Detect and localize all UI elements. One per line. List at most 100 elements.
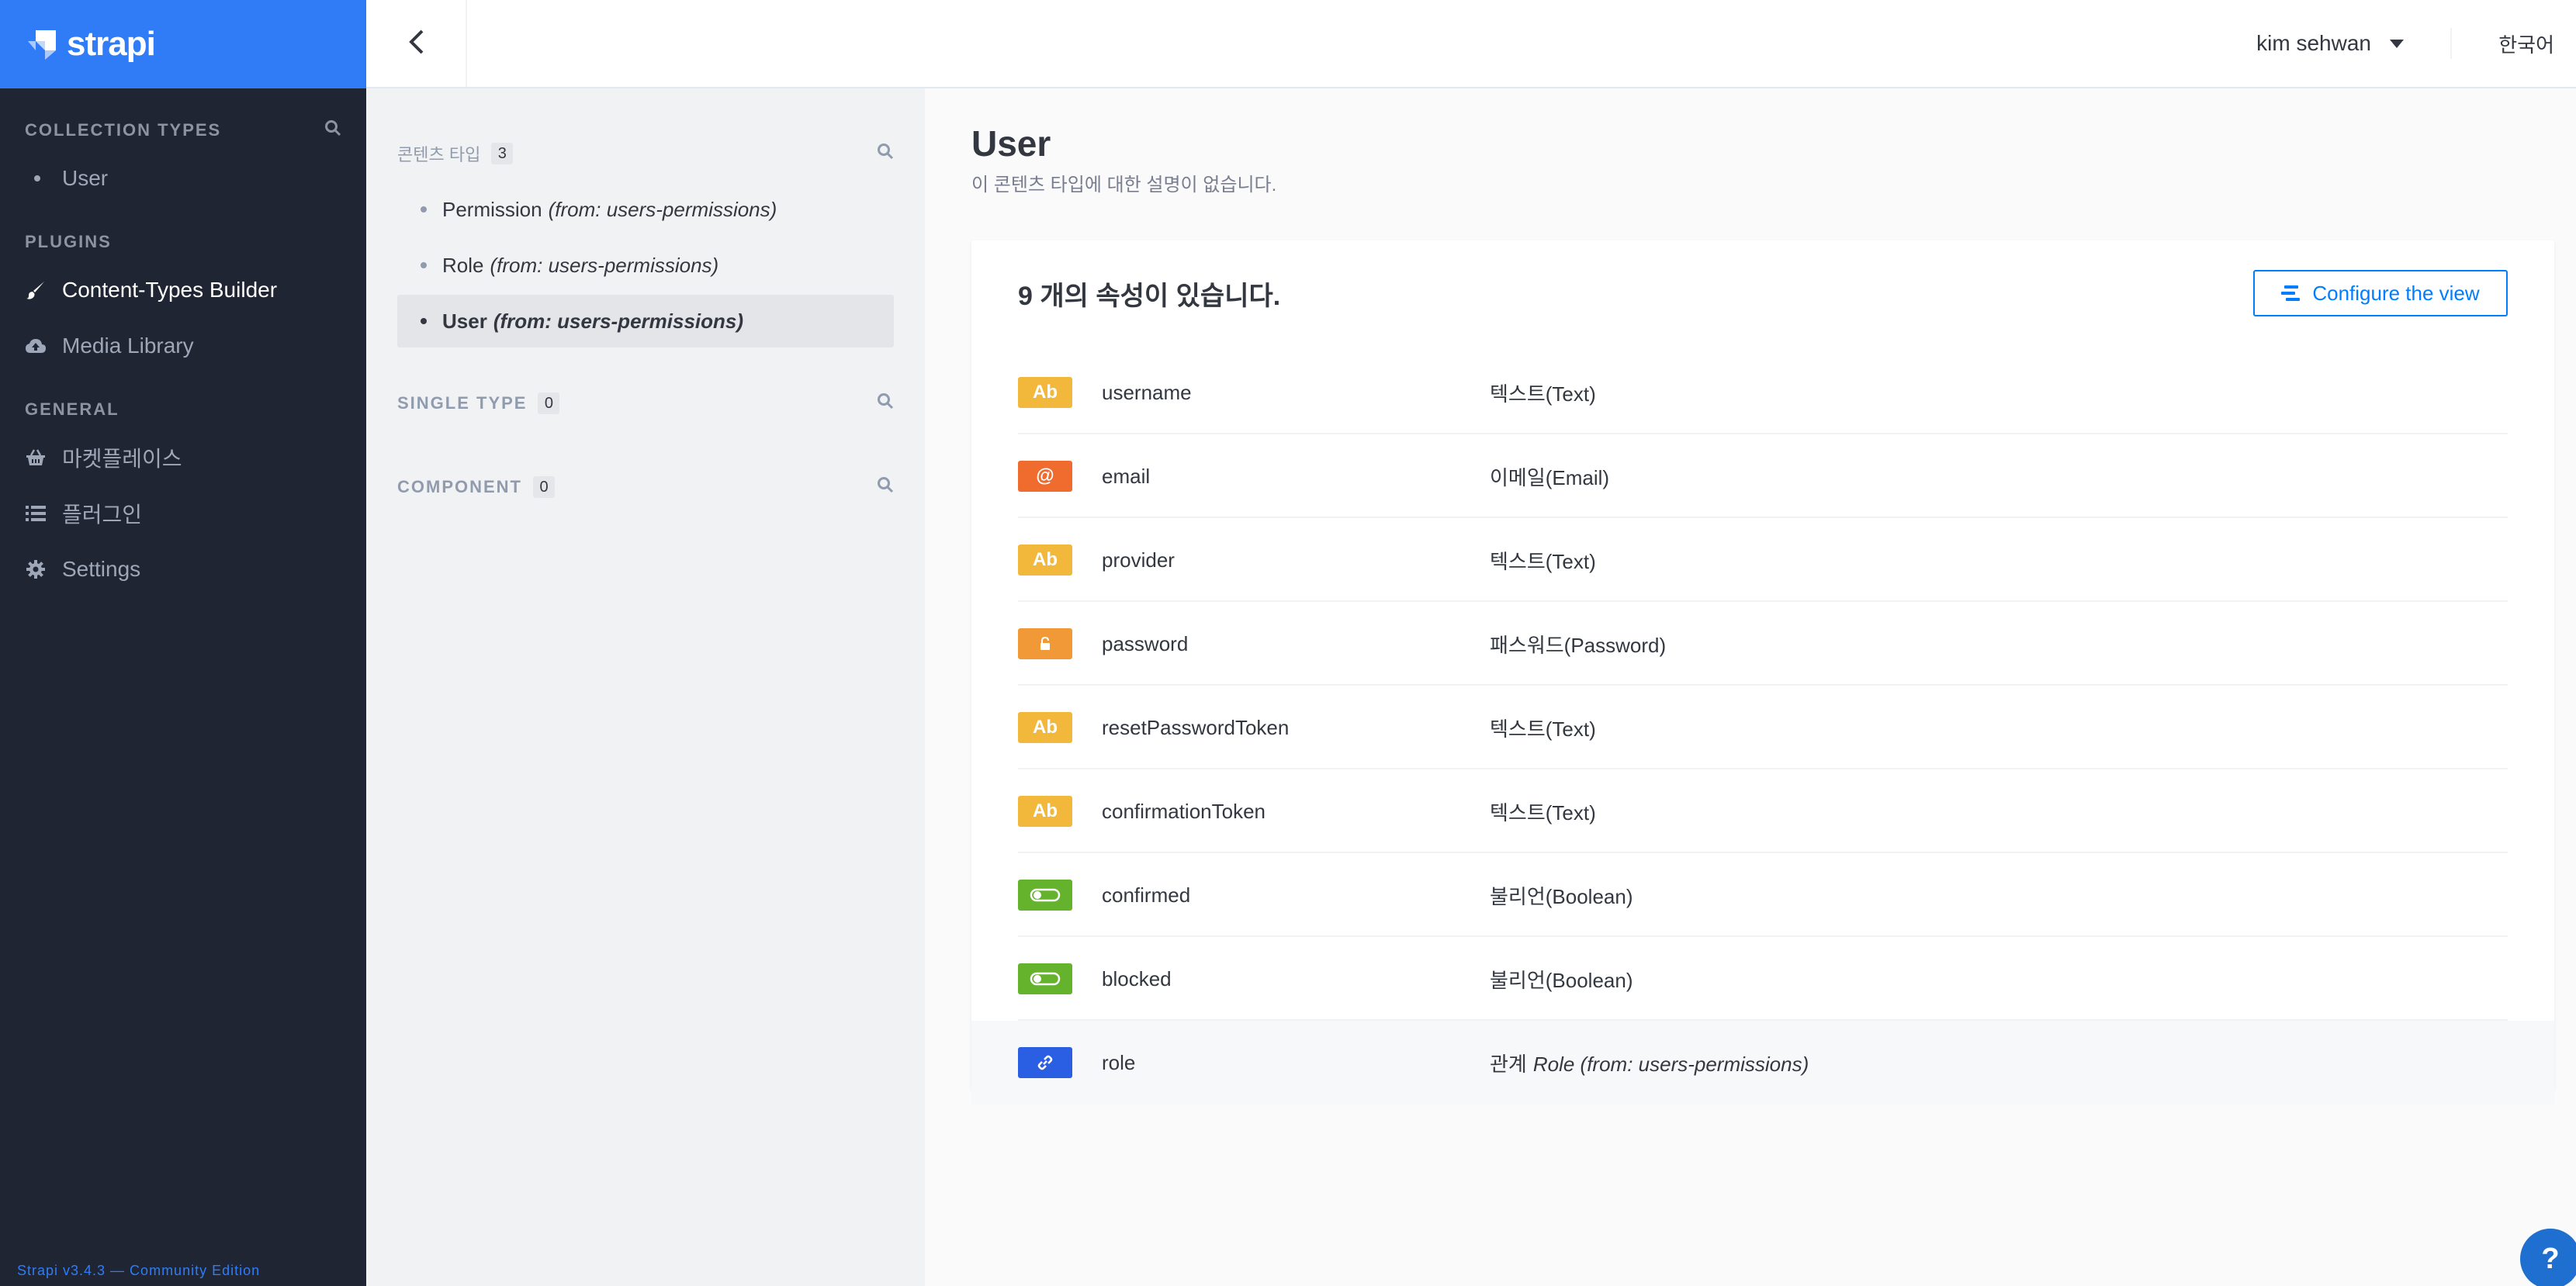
- collection-types-title: COLLECTION TYPES: [25, 120, 222, 140]
- attribute-type: 텍스트(Text): [1490, 549, 1596, 573]
- bullet-icon: [34, 175, 40, 181]
- left-navigation: strapi COLLECTION TYPES User PLUGINS Con…: [0, 0, 366, 1286]
- collection-types-section: COLLECTION TYPES User: [0, 116, 366, 206]
- attribute-type: 관계 Role (from: users-permissions): [1490, 1049, 1809, 1077]
- attribute-row[interactable]: Ab provider 텍스트(Text): [971, 518, 2554, 602]
- attribute-row[interactable]: Ab confirmationToken 텍스트(Text): [971, 769, 2554, 853]
- content-type-origin: (from: users-permissions): [548, 197, 777, 221]
- attribute-name: role: [1102, 1050, 1136, 1074]
- configure-view-button[interactable]: Configure the view: [2253, 270, 2508, 316]
- single-types-section: SINGLE TYPE 0: [366, 388, 925, 419]
- brand-header[interactable]: strapi: [0, 0, 366, 88]
- content-type-item-permission[interactable]: Permission (from: users-permissions): [397, 183, 894, 236]
- user-menu[interactable]: kim sehwan: [2256, 0, 2435, 87]
- nav-item-user[interactable]: User: [0, 150, 366, 206]
- attribute-name: confirmationToken: [1102, 799, 1265, 823]
- attribute-name: email: [1102, 464, 1151, 488]
- attribute-row[interactable]: Ab username 텍스트(Text): [971, 351, 2554, 434]
- nav-item-label: Media Library: [62, 334, 194, 358]
- cloud-upload-icon: [25, 335, 47, 357]
- relation-label: 관계: [1490, 1052, 1527, 1076]
- top-header: kim sehwan 한국어: [366, 0, 2576, 88]
- general-section: GENERAL 마켓플레이스 플러그인 Settings: [0, 396, 366, 597]
- nav-item-settings[interactable]: Settings: [0, 541, 366, 597]
- help-button[interactable]: ?: [2520, 1229, 2576, 1286]
- chevron-left-icon: [407, 29, 425, 59]
- attribute-count: 9 개의 속성이 있습니다.: [1018, 282, 1281, 311]
- nav-item-content-types-builder[interactable]: Content-Types Builder: [0, 262, 366, 318]
- main-content: User 이 콘텐츠 타입에 대한 설명이 없습니다. 9 개의 속성이 있습니…: [925, 88, 2576, 1286]
- content-type-item-role[interactable]: Role (from: users-permissions): [397, 239, 894, 292]
- attribute-type: 불리언(Boolean): [1490, 884, 1633, 908]
- gear-icon: [25, 558, 47, 580]
- bullet-icon: [421, 206, 427, 213]
- brand-name: strapi: [67, 25, 156, 63]
- content-types-sidebar: 콘텐츠 타입 3 Permission (from: users-permiss…: [366, 88, 925, 1286]
- search-icon[interactable]: [877, 392, 894, 414]
- page-title: User: [971, 123, 1051, 164]
- attribute-row[interactable]: @ email 이메일(Email): [971, 434, 2554, 518]
- text-type-icon: Ab: [1018, 796, 1072, 827]
- attribute-name: username: [1102, 380, 1192, 404]
- bullet-icon: [421, 262, 427, 268]
- nav-item-media-library[interactable]: Media Library: [0, 318, 366, 374]
- configure-view-label: Configure the view: [2312, 281, 2480, 305]
- attribute-row[interactable]: blocked 불리언(Boolean): [971, 937, 2554, 1021]
- attributes-card: 9 개의 속성이 있습니다. Configure the view Ab use…: [971, 240, 2554, 1105]
- list-icon: [25, 503, 47, 524]
- search-icon[interactable]: [324, 119, 341, 141]
- attribute-row[interactable]: confirmed 불리언(Boolean): [971, 853, 2554, 937]
- components-section: COMPONENT 0: [366, 472, 925, 503]
- search-icon[interactable]: [877, 476, 894, 498]
- plugins-section: PLUGINS Content-Types Builder Media Libr…: [0, 228, 366, 374]
- version-footer: Strapi v3.4.3 — Community Edition: [17, 1263, 261, 1278]
- nav-item-plugins[interactable]: 플러그인: [0, 486, 366, 541]
- bullet-icon: [421, 318, 427, 324]
- caret-down-icon: [2390, 39, 2404, 48]
- language-selector[interactable]: 한국어: [2498, 0, 2554, 87]
- strapi-logo-icon: [25, 27, 59, 61]
- attribute-name: blocked: [1102, 966, 1172, 990]
- search-icon[interactable]: [877, 143, 894, 164]
- attribute-type: 이메일(Email): [1490, 465, 1610, 489]
- single-types-title: SINGLE TYPE: [397, 393, 528, 413]
- attribute-name: resetPasswordToken: [1102, 715, 1290, 739]
- brush-icon: [25, 279, 47, 301]
- relation-target: Role (from: users-permissions): [1532, 1052, 1809, 1076]
- content-types-section: 콘텐츠 타입 3 Permission (from: users-permiss…: [366, 88, 925, 347]
- components-count: 0: [533, 476, 555, 498]
- link-icon: [1018, 1047, 1072, 1078]
- content-type-origin: (from: users-permissions): [490, 253, 719, 277]
- attribute-row[interactable]: Ab resetPasswordToken 텍스트(Text): [971, 686, 2554, 769]
- nav-item-label: Content-Types Builder: [62, 278, 278, 302]
- toggle-icon: [1018, 963, 1072, 994]
- attribute-name: provider: [1102, 548, 1175, 572]
- back-button[interactable]: [366, 0, 467, 87]
- toggle-icon: [1018, 880, 1072, 911]
- attribute-type: 텍스트(Text): [1490, 800, 1596, 824]
- attribute-name: password: [1102, 631, 1189, 655]
- content-type-name: Permission: [442, 197, 542, 221]
- page-description: 이 콘텐츠 타입에 대한 설명이 없습니다.: [971, 175, 1277, 195]
- text-type-icon: Ab: [1018, 377, 1072, 408]
- attribute-type: 패스워드(Password): [1490, 633, 1667, 657]
- attribute-type: 텍스트(Text): [1490, 382, 1596, 406]
- content-type-origin: (from: users-permissions): [493, 309, 744, 333]
- header-divider: [2450, 28, 2452, 59]
- attribute-type: 불리언(Boolean): [1490, 968, 1633, 992]
- components-title: COMPONENT: [397, 477, 522, 496]
- content-type-name: Role: [442, 253, 484, 277]
- email-type-icon: @: [1018, 461, 1072, 492]
- nav-item-label: Settings: [62, 557, 141, 581]
- text-type-icon: Ab: [1018, 544, 1072, 576]
- single-types-count: 0: [538, 392, 560, 414]
- content-type-name: User: [442, 309, 487, 333]
- content-type-item-user[interactable]: User (from: users-permissions): [397, 295, 894, 347]
- attribute-row[interactable]: role 관계 Role (from: users-permissions): [971, 1021, 2554, 1105]
- nav-item-label: User: [62, 166, 109, 190]
- lock-icon: [1018, 628, 1072, 659]
- basket-icon: [25, 447, 47, 468]
- attribute-row[interactable]: password 패스워드(Password): [971, 602, 2554, 686]
- attribute-list: Ab username 텍스트(Text) @ email 이메일(Email)…: [971, 351, 2554, 1105]
- nav-item-marketplace[interactable]: 마켓플레이스: [0, 430, 366, 486]
